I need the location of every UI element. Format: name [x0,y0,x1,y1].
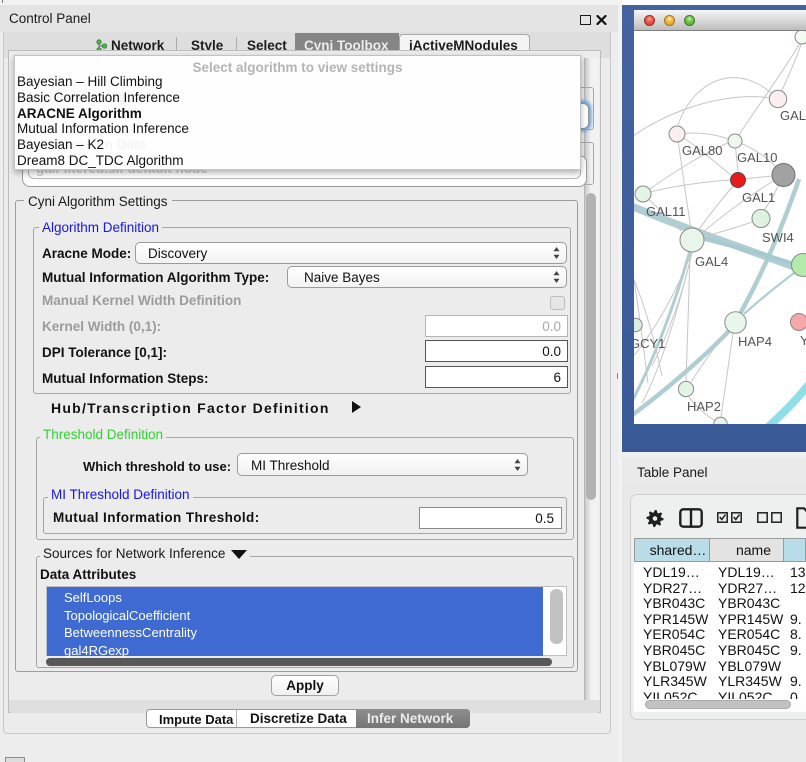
svg-text:GAL4: GAL4 [695,254,728,269]
svg-text:HAP4: HAP4 [738,334,772,349]
svg-text:GAL80: GAL80 [682,143,722,158]
svg-text:HAP2: HAP2 [687,399,721,414]
svg-text:GAL: GAL [780,108,806,123]
svg-text:Y: Y [800,333,806,348]
svg-text:GCY1: GCY1 [634,336,665,351]
svg-text:GAL10: GAL10 [737,150,777,165]
svg-text:GAL1: GAL1 [742,190,775,205]
svg-text:SWI4: SWI4 [762,230,794,245]
svg-text:GAL11: GAL11 [646,204,686,219]
